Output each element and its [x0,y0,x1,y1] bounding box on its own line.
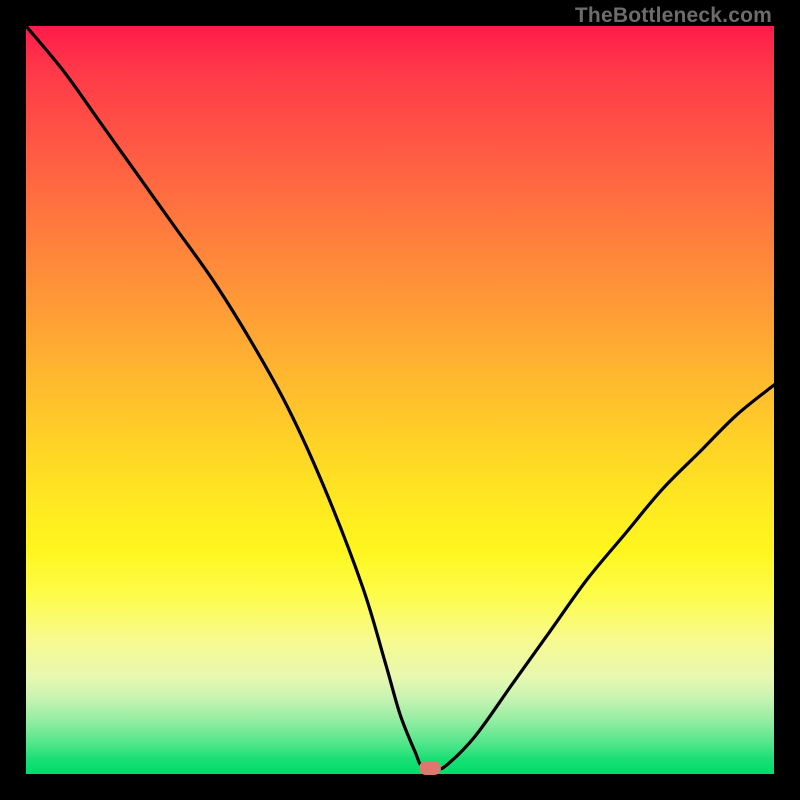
watermark-text: TheBottleneck.com [575,4,772,28]
chart-frame: TheBottleneck.com [0,0,800,800]
optimum-marker [419,761,441,775]
plot-area [26,26,774,774]
bottleneck-curve [26,26,774,774]
